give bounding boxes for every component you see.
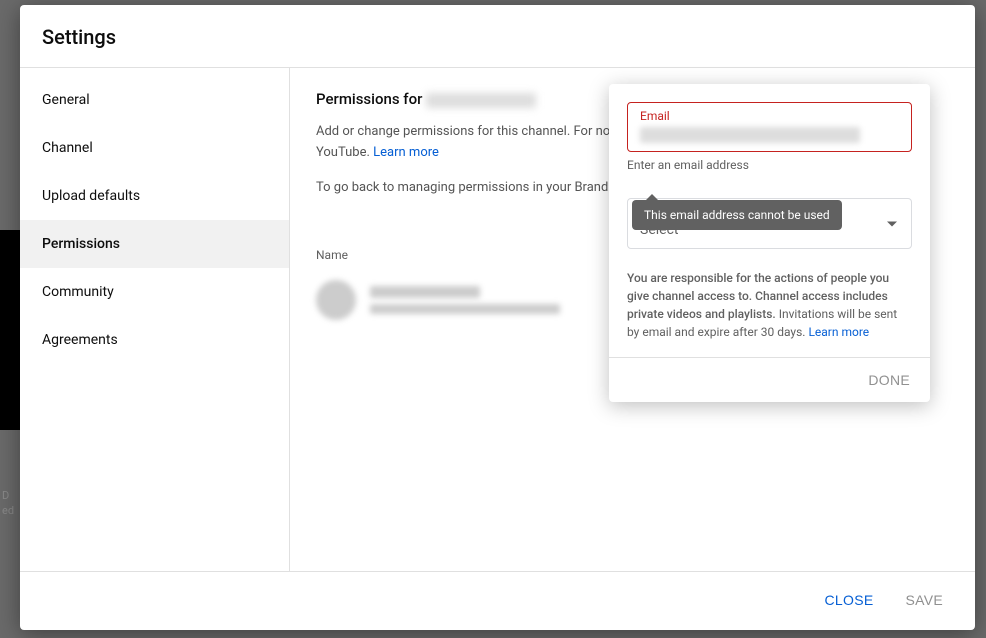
email-label: Email [640, 109, 899, 123]
save-button[interactable]: SAVE [901, 586, 947, 614]
user-info [370, 286, 560, 314]
close-button[interactable]: CLOSE [821, 586, 878, 614]
learn-more-link[interactable]: Learn more [373, 145, 439, 160]
sidebar-item-channel[interactable]: Channel [20, 124, 289, 172]
dialog-footer: CLOSE SAVE [20, 571, 975, 630]
dialog-header: Settings [20, 5, 975, 68]
user-email-redacted [370, 304, 560, 314]
bg-text: Ded [2, 488, 14, 519]
done-button[interactable]: DONE [868, 372, 910, 388]
sidebar-item-upload-defaults[interactable]: Upload defaults [20, 172, 289, 220]
email-helper: Enter an email address [627, 158, 912, 172]
chevron-down-icon [887, 221, 897, 226]
sidebar-item-agreements[interactable]: Agreements [20, 316, 289, 364]
sidebar-item-general[interactable]: General [20, 76, 289, 124]
settings-sidebar: General Channel Upload defaults Permissi… [20, 68, 290, 571]
dialog-title: Settings [42, 25, 953, 49]
popover-footer: DONE [609, 357, 930, 402]
sidebar-item-permissions[interactable]: Permissions [20, 220, 289, 268]
sidebar-item-community[interactable]: Community [20, 268, 289, 316]
channel-name-redacted [426, 93, 536, 108]
invite-popover: Email Enter an email address Access Sele… [609, 84, 930, 402]
error-tooltip: This email address cannot be used [632, 200, 842, 230]
email-field[interactable]: Email [627, 102, 912, 152]
avatar [316, 280, 356, 320]
learn-more-link[interactable]: Learn more [808, 325, 869, 339]
bg-thumbnail [0, 230, 20, 430]
user-name-redacted [370, 286, 480, 298]
disclaimer-text: You are responsible for the actions of p… [627, 269, 912, 341]
email-value-redacted [640, 127, 860, 143]
